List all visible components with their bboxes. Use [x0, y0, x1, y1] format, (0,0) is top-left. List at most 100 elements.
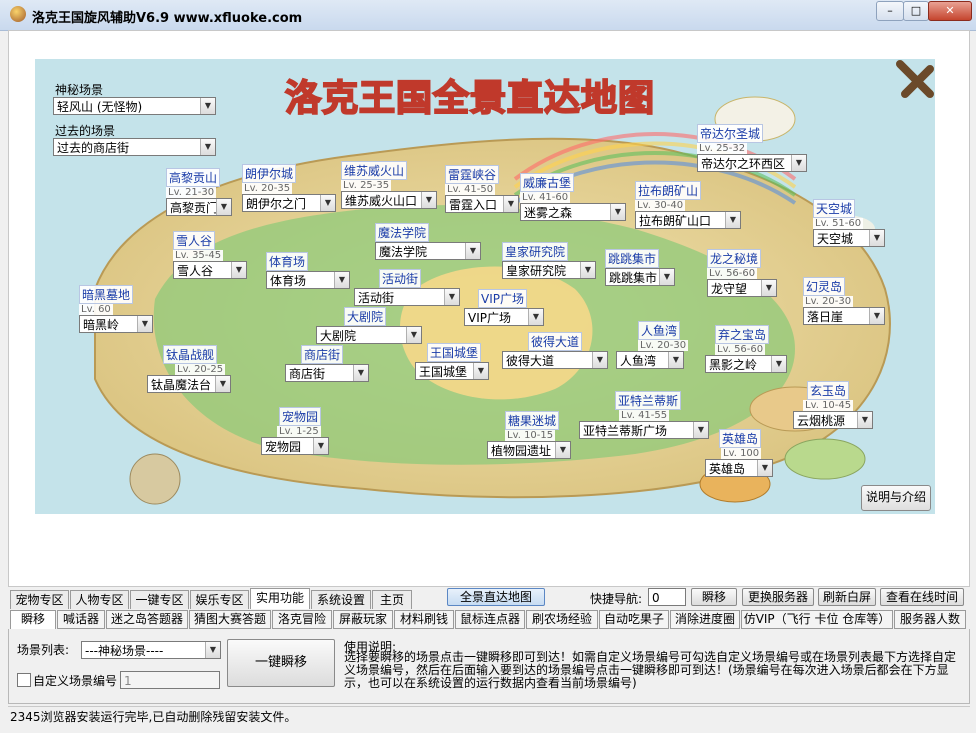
chevron-down-icon: ▼ — [313, 438, 328, 454]
chevron-down-icon: ▼ — [659, 269, 674, 285]
mystery-scene-label: 神秘场景 — [55, 83, 104, 97]
location-select[interactable]: VIP广场 ▼ — [464, 308, 544, 326]
location-select[interactable]: 落日崖 ▼ — [803, 307, 885, 325]
location-select[interactable]: 维苏威火山口 ▼ — [341, 191, 437, 209]
custom-scene-label: 自定义场景编号 — [33, 674, 118, 688]
quick-nav-label: 快捷导航: — [590, 592, 643, 606]
subtab-block-player[interactable]: 屏蔽玩家 — [333, 610, 393, 629]
location-thunder-canyon: 雷霆峡谷 Lv. 41-50 雷霆入口 ▼ — [445, 165, 519, 213]
one-key-teleport-button[interactable]: 一键瞬移 — [227, 639, 335, 687]
tab-home[interactable]: 主页 — [372, 590, 412, 609]
tab-utility[interactable]: 实用功能 — [250, 588, 310, 609]
chevron-down-icon: ▼ — [473, 363, 488, 379]
quick-nav-input[interactable]: 0 — [648, 588, 686, 606]
location-select[interactable]: 高黎贡门廊 ▼ — [166, 198, 232, 216]
subtab-maze-quiz[interactable]: 迷之岛答题器 — [106, 610, 188, 629]
chevron-down-icon: ▼ — [200, 139, 215, 155]
location-select[interactable]: 雪人谷 ▼ — [173, 261, 247, 279]
location-select[interactable]: 英雄岛 ▼ — [705, 459, 773, 477]
subtab-auto-clicker[interactable]: 鼠标连点器 — [455, 610, 525, 629]
maximize-button[interactable]: □ — [903, 1, 929, 21]
location-select[interactable]: 雷霆入口 ▼ — [445, 195, 519, 213]
subtab-guess-picture[interactable]: 猜图大赛答题 — [189, 610, 271, 629]
chevron-down-icon: ▼ — [761, 280, 776, 296]
location-atlantis: 亚特兰蒂斯 Lv. 41-55 亚特兰蒂斯广场 ▼ — [579, 391, 709, 439]
chevron-down-icon: ▼ — [857, 412, 872, 428]
location-select[interactable]: 拉布朗矿山口 ▼ — [635, 211, 741, 229]
location-select[interactable]: 体育场 ▼ — [266, 271, 350, 289]
chevron-down-icon: ▼ — [421, 192, 436, 208]
mystery-scene-select[interactable]: 轻风山 (无怪物) ▼ — [53, 97, 216, 115]
subtab-farm-exp[interactable]: 刷农场经验 — [526, 610, 598, 629]
location-select[interactable]: 活动街 ▼ — [354, 288, 460, 306]
tab-one-key[interactable]: 一键专区 — [130, 590, 189, 609]
minimize-button[interactable]: – — [876, 1, 904, 21]
location-select[interactable]: 迷雾之森 ▼ — [520, 203, 626, 221]
chevron-down-icon: ▼ — [725, 212, 740, 228]
subtab-material-money[interactable]: 材料刷钱 — [394, 610, 454, 629]
location-select[interactable]: 亚特兰蒂斯广场 ▼ — [579, 421, 709, 439]
location-magic-academy: 魔法学院 魔法学院 ▼ — [375, 223, 481, 260]
scene-list-select[interactable]: ---神秘场景---- ▼ — [81, 641, 221, 659]
subtab-fake-vip[interactable]: 仿VIP（飞行 卡位 仓库等） — [741, 610, 893, 629]
location-event-street: 活动街 活动街 ▼ — [354, 269, 460, 306]
help-intro-button[interactable]: 说明与介绍 — [861, 485, 931, 511]
app-icon — [10, 6, 26, 22]
world-map: 洛克王国全景直达地图 神秘场景 轻风山 (无怪物) ▼ 过去的场景 过去的商店街 ▼… — [35, 59, 935, 514]
location-select[interactable]: 黑影之岭 ▼ — [705, 355, 787, 373]
location-select[interactable]: 植物园遗址 ▼ — [487, 441, 571, 459]
chevron-down-icon: ▼ — [444, 289, 459, 305]
location-select[interactable]: 宠物园 ▼ — [261, 437, 329, 455]
chevron-down-icon: ▼ — [869, 308, 884, 324]
location-select[interactable]: 大剧院 ▼ — [316, 326, 422, 344]
tab-settings[interactable]: 系统设置 — [311, 590, 371, 609]
location-select[interactable]: 魔法学院 ▼ — [375, 242, 481, 260]
location-labrown-mine: 拉布朗矿山 Lv. 30-40 拉布朗矿山口 ▼ — [635, 181, 741, 229]
tab-entertainment[interactable]: 娱乐专区 — [190, 590, 249, 609]
map-title: 洛克王国全景直达地图 — [284, 77, 656, 120]
location-select[interactable]: 天空城 ▼ — [813, 229, 885, 247]
location-vesuvius: 维苏威火山 Lv. 25-35 维苏威火山口 ▼ — [341, 161, 437, 209]
teleport-button[interactable]: 瞬移 — [691, 588, 737, 606]
location-select[interactable]: 云烟桃源 ▼ — [793, 411, 873, 429]
location-select[interactable]: 暗黑岭 ▼ — [79, 315, 153, 333]
close-button[interactable]: ✕ — [928, 1, 972, 21]
location-select[interactable]: 人鱼湾 ▼ — [616, 351, 684, 369]
switch-server-button[interactable]: 更换服务器 — [742, 588, 814, 606]
chevron-down-icon: ▼ — [592, 352, 607, 368]
subtab-auto-eat-fruit[interactable]: 自动吃果子 — [599, 610, 669, 629]
past-scene-select[interactable]: 过去的商店街 ▼ — [53, 138, 216, 156]
location-select[interactable]: 帝达尔之环西区 ▼ — [697, 154, 807, 172]
subtab-teleport[interactable]: 瞬移 — [10, 610, 56, 629]
location-select[interactable]: 皇家研究院 ▼ — [502, 261, 596, 279]
location-kingdom-castle: 王国城堡 王国城堡 ▼ — [415, 343, 489, 380]
location-select[interactable]: 王国城堡 ▼ — [415, 362, 489, 380]
location-phantom-island: 幻灵岛 Lv. 20-30 落日崖 ▼ — [803, 277, 885, 325]
subtab-shout[interactable]: 喊话器 — [57, 610, 105, 629]
location-select[interactable]: 钛晶魔法台 ▼ — [147, 375, 231, 393]
custom-scene-checkbox[interactable] — [17, 673, 31, 687]
online-time-button[interactable]: 查看在线时间 — [880, 588, 964, 606]
subtab-server-count[interactable]: 服务器人数 — [894, 610, 966, 629]
location-select[interactable]: 商店街 ▼ — [285, 364, 369, 382]
location-royal-institute: 皇家研究院 皇家研究院 ▼ — [502, 242, 596, 279]
tab-character[interactable]: 人物专区 — [70, 590, 129, 609]
panorama-map-button[interactable]: 全景直达地图 — [447, 588, 545, 606]
location-select[interactable]: 跳跳集市 ▼ — [605, 268, 675, 286]
location-william-castle: 威廉古堡 Lv. 41-60 迷雾之森 ▼ — [520, 173, 626, 221]
subtab-remove-progress[interactable]: 消除进度圈 — [670, 610, 740, 629]
subtab-roco-adventure[interactable]: 洛克冒险 — [272, 610, 332, 629]
location-shop-street: 商店街 商店街 ▼ — [285, 345, 369, 382]
tab-pet[interactable]: 宠物专区 — [10, 590, 69, 609]
location-stadium: 体育场 体育场 ▼ — [266, 252, 350, 289]
refresh-blank-button[interactable]: 刷新白屏 — [818, 588, 876, 606]
chevron-down-icon: ▼ — [200, 98, 215, 114]
location-dragon-secret: 龙之秘境 Lv. 56-60 龙守望 ▼ — [707, 249, 777, 297]
location-select[interactable]: 彼得大道 ▼ — [502, 351, 608, 369]
custom-scene-input[interactable]: 1 — [120, 671, 220, 689]
chevron-down-icon: ▼ — [610, 204, 625, 220]
location-select[interactable]: 朗伊尔之门 ▼ — [242, 194, 336, 212]
chevron-down-icon: ▼ — [668, 352, 683, 368]
location-select[interactable]: 龙守望 ▼ — [707, 279, 777, 297]
location-sky-city: 天空城 Lv. 51-60 天空城 ▼ — [813, 199, 885, 247]
